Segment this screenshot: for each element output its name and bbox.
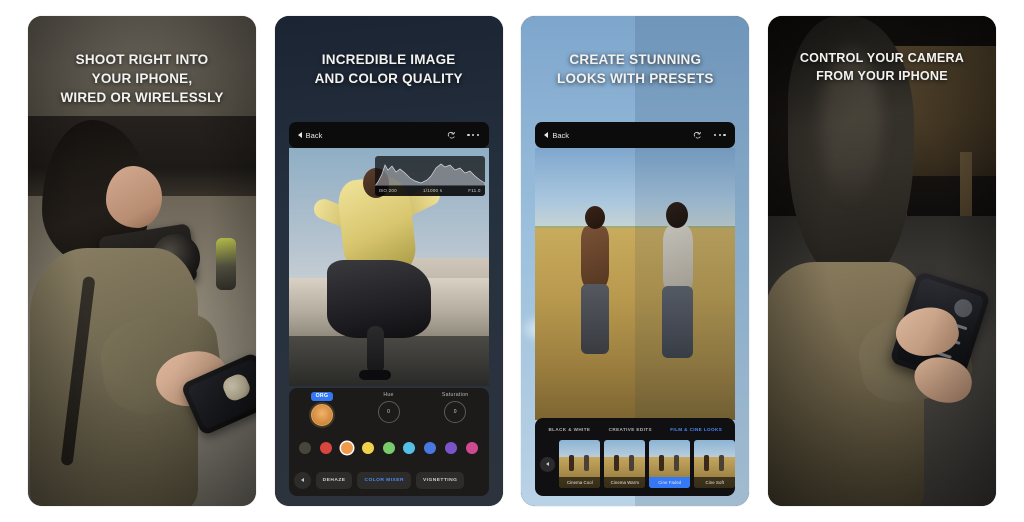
chevron-left-icon: [546, 462, 550, 466]
histogram-graph: [374, 163, 485, 186]
preset-thumb-cinema-cool[interactable]: Cinema Cool: [559, 440, 601, 488]
swatch-aqua[interactable]: [403, 442, 416, 454]
dial-label: Hue: [383, 392, 394, 398]
back-button[interactable]: Back: [544, 131, 569, 140]
swatch-neutral[interactable]: [299, 442, 312, 454]
undo-arrow-icon[interactable]: [691, 129, 704, 142]
dial-saturation[interactable]: Saturation 0: [422, 392, 489, 423]
panel-1-headline: SHOOT RIGHT INTO YOUR IPHONE, WIRED OR W…: [28, 50, 256, 107]
preset-label: Cinema Cool: [566, 480, 593, 485]
panel-4-photo: [767, 16, 996, 506]
panel-3-screen: CREATE STUNNING LOOKS WITH PRESETS Back: [521, 16, 750, 506]
more-dots-icon[interactable]: [713, 129, 726, 142]
tab-color-mixer[interactable]: COLOR MIXER: [357, 471, 411, 489]
panel-presets[interactable]: CREATE STUNNING LOOKS WITH PRESETS Back: [521, 16, 750, 506]
undo-arrow-icon[interactable]: [445, 129, 458, 142]
preset-label: Cine Soft: [705, 480, 725, 485]
panel-control-camera[interactable]: CONTROL YOUR CAMERA FROM YOUR IPHONE: [767, 16, 996, 506]
tab-prev-button[interactable]: [293, 471, 311, 489]
headline-line: LOOKS WITH PRESETS: [557, 71, 714, 87]
preset-thumb-cine-soft[interactable]: Cine Soft: [694, 440, 736, 488]
headline-line: FROM YOUR IPHONE: [816, 68, 948, 83]
tab-dehaze[interactable]: DEHAZE: [315, 471, 353, 489]
headline-line: INCREDIBLE IMAGE: [321, 52, 456, 67]
iso-value: ISO 200: [378, 188, 397, 193]
headline-line: AND COLOR QUALITY: [314, 71, 463, 87]
chevron-left-icon: [297, 132, 302, 138]
panel-shoot-into-iphone[interactable]: SHOOT RIGHT INTO YOUR IPHONE, WIRED OR W…: [28, 16, 256, 506]
headline-line: SHOOT RIGHT INTO: [75, 52, 209, 67]
swatch-yellow[interactable]: [361, 442, 374, 454]
panel-4-headline: CONTROL YOUR CAMERA FROM YOUR IPHONE: [768, 50, 996, 86]
dial-row: ORG Hue 0 Saturation 0: [289, 392, 489, 440]
app-navbar: Back: [288, 122, 489, 148]
swatch-blue[interactable]: [424, 442, 437, 454]
dial-knob[interactable]: 0: [377, 401, 400, 423]
dial-hue[interactable]: Hue 0: [355, 392, 422, 423]
color-swatch-row: [289, 438, 489, 458]
swatch-orange[interactable]: [340, 442, 353, 454]
headline-line: CONTROL YOUR CAMERA: [799, 51, 965, 65]
color-mixer-panel: ORG Hue 0 Saturation 0 DEHAZE COLOR MIXE…: [288, 388, 489, 496]
headline-line: CREATE STUNNING: [569, 52, 702, 67]
panel-2-screen: INCREDIBLE IMAGE AND COLOR QUALITY Back: [274, 16, 503, 506]
preset-thumb-cine-faded[interactable]: Cine Faded: [649, 440, 691, 488]
histogram-readout: ISO 200 1/1000 s F11.0: [374, 185, 485, 196]
panel-2-headline: INCREDIBLE IMAGE AND COLOR QUALITY: [275, 50, 503, 88]
headline-line: YOUR IPHONE,: [91, 71, 193, 87]
preset-thumbnail-row: Cinema Cool Cinema Warm Cine Faded Cine …: [535, 438, 736, 490]
category-black-and-white[interactable]: BLACK & WHITE: [548, 427, 590, 432]
chevron-left-icon: [544, 132, 549, 138]
preset-label: Cinema Warm: [610, 480, 640, 485]
swatch-purple[interactable]: [445, 442, 458, 454]
dial-label: Saturation: [441, 392, 469, 398]
preset-prev-button[interactable]: [540, 456, 556, 472]
preset-browser: BLACK & WHITE CREATIVE EDITS FILM & CINE…: [535, 418, 736, 496]
swatch-red[interactable]: [319, 442, 332, 454]
shutter-value: 1/1000 s: [422, 188, 443, 193]
category-creative-edits[interactable]: CREATIVE EDITS: [609, 427, 652, 432]
histogram-overlay: ISO 200 1/1000 s F11.0: [374, 156, 485, 196]
swatch-magenta[interactable]: [466, 442, 479, 454]
preset-category-tabs: BLACK & WHITE CREATIVE EDITS FILM & CINE…: [535, 423, 735, 435]
panel-image-color-quality[interactable]: INCREDIBLE IMAGE AND COLOR QUALITY Back: [274, 16, 503, 506]
more-dots-icon[interactable]: [467, 129, 480, 142]
app-navbar: Back: [535, 122, 736, 148]
back-button[interactable]: Back: [297, 130, 323, 140]
back-label: Back: [552, 130, 569, 140]
preset-label: Cine Faded: [658, 480, 682, 485]
preset-thumb-cinema-warm[interactable]: Cinema Warm: [604, 440, 646, 488]
tab-vignetting[interactable]: VIGNETTING: [415, 471, 465, 489]
editor-tab-bar: DEHAZE COLOR MIXER VIGNETTING: [289, 470, 489, 490]
category-film-and-cine-looks[interactable]: FILM & CINE LOOKS: [670, 427, 722, 432]
dial-knob[interactable]: 0: [444, 401, 467, 423]
dial-label: ORG: [311, 392, 333, 401]
panel-3-headline: CREATE STUNNING LOOKS WITH PRESETS: [521, 50, 749, 88]
dial-org[interactable]: ORG: [289, 392, 356, 426]
back-label: Back: [305, 130, 323, 140]
dial-knob[interactable]: [310, 403, 333, 426]
chevron-left-icon: [300, 478, 304, 482]
preset-photo-preview[interactable]: [535, 148, 736, 420]
screenshot-gallery: SHOOT RIGHT INTO YOUR IPHONE, WIRED OR W…: [0, 0, 1024, 522]
swatch-green[interactable]: [382, 442, 395, 454]
headline-line: WIRED OR WIRELESSLY: [60, 90, 224, 106]
aperture-value: F11.0: [468, 188, 481, 193]
